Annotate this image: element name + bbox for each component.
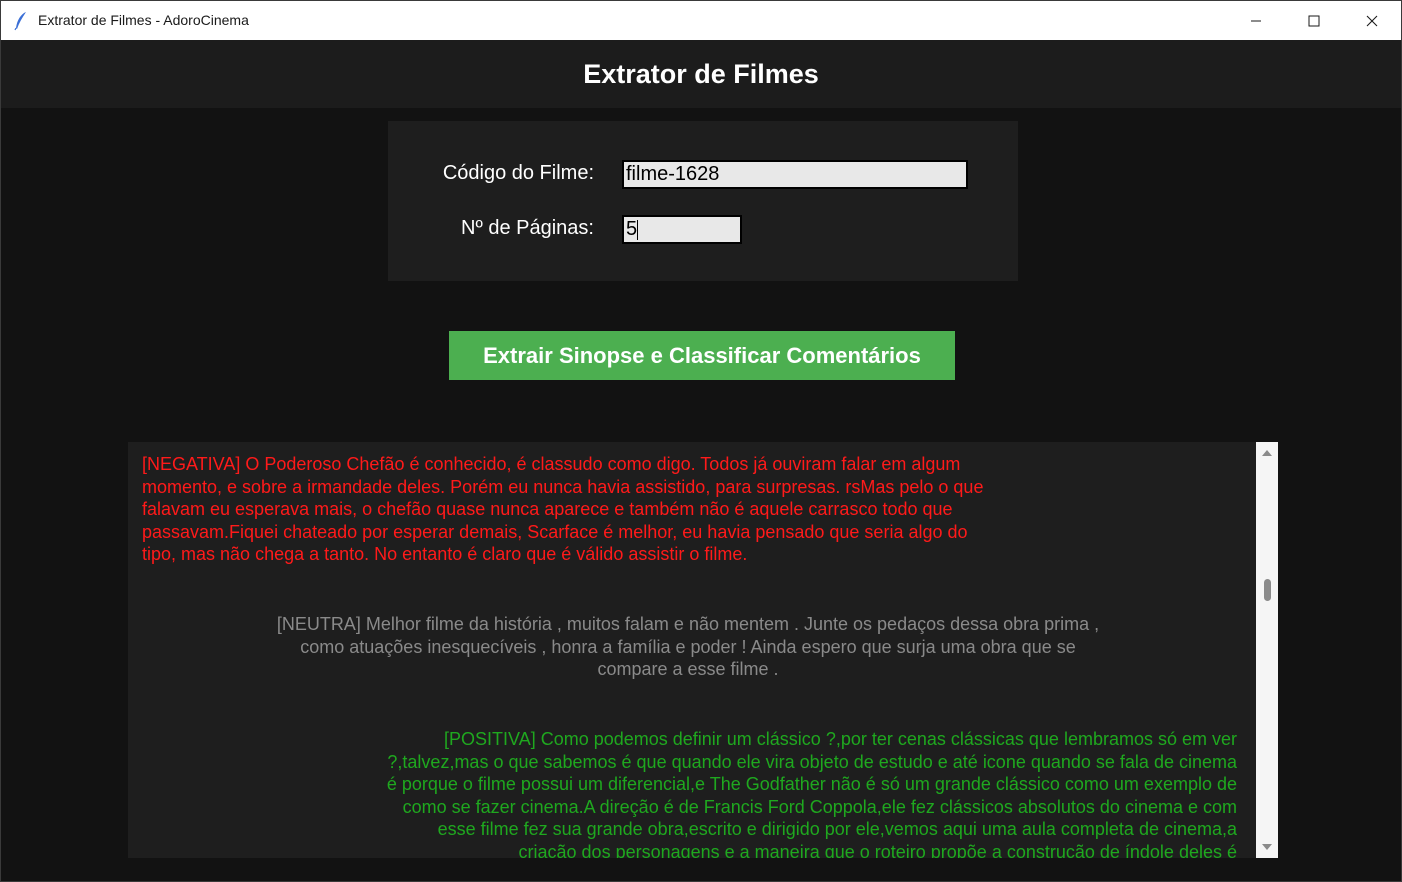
results-text-area[interactable]: [NEGATIVA] O Poderoso Chefão é conhecido…: [128, 442, 1256, 858]
comment-positive: [POSITIVA] Como podemos definir um cláss…: [386, 729, 1237, 858]
extract-classify-button[interactable]: Extrair Sinopse e Classificar Comentário…: [449, 331, 955, 380]
page-count-value: 5: [626, 218, 638, 240]
comment-negative: [NEGATIVA] O Poderoso Chefão é conhecido…: [142, 454, 984, 564]
page-count-input[interactable]: 5: [622, 215, 742, 244]
minimize-button[interactable]: [1227, 1, 1285, 40]
form-panel: Código do Filme: filme-1628 Nº de Página…: [388, 121, 1018, 281]
minimize-icon: [1251, 20, 1261, 21]
app-window: Extrator de Filmes - AdoroCinema Extrato…: [0, 0, 1402, 882]
page-count-label: Nº de Páginas:: [461, 217, 594, 239]
movie-code-input[interactable]: filme-1628: [622, 160, 968, 189]
feather-icon: [14, 12, 26, 31]
scroll-thumb[interactable]: [1264, 579, 1271, 601]
comment-neutral: [NEUTRA] Melhor filme da história , muit…: [276, 614, 1100, 679]
maximize-button[interactable]: [1285, 1, 1343, 40]
scroll-down-arrow-icon: [1262, 844, 1272, 850]
app-header: Extrator de Filmes: [1, 40, 1401, 108]
text-caret: [637, 219, 639, 240]
window-title: Extrator de Filmes - AdoroCinema: [38, 12, 249, 28]
scroll-up-arrow-icon: [1262, 450, 1272, 456]
vertical-scrollbar[interactable]: [1256, 442, 1278, 858]
title-bar[interactable]: Extrator de Filmes - AdoroCinema: [1, 1, 1401, 40]
scroll-down-button[interactable]: [1256, 836, 1278, 858]
movie-code-label: Código do Filme:: [442, 162, 594, 184]
scroll-up-button[interactable]: [1256, 442, 1278, 464]
movie-code-value: filme-1628: [626, 163, 720, 185]
close-icon: [1366, 15, 1378, 26]
close-button[interactable]: [1343, 1, 1401, 40]
maximize-icon: [1308, 15, 1320, 26]
page-title: Extrator de Filmes: [583, 58, 819, 89]
